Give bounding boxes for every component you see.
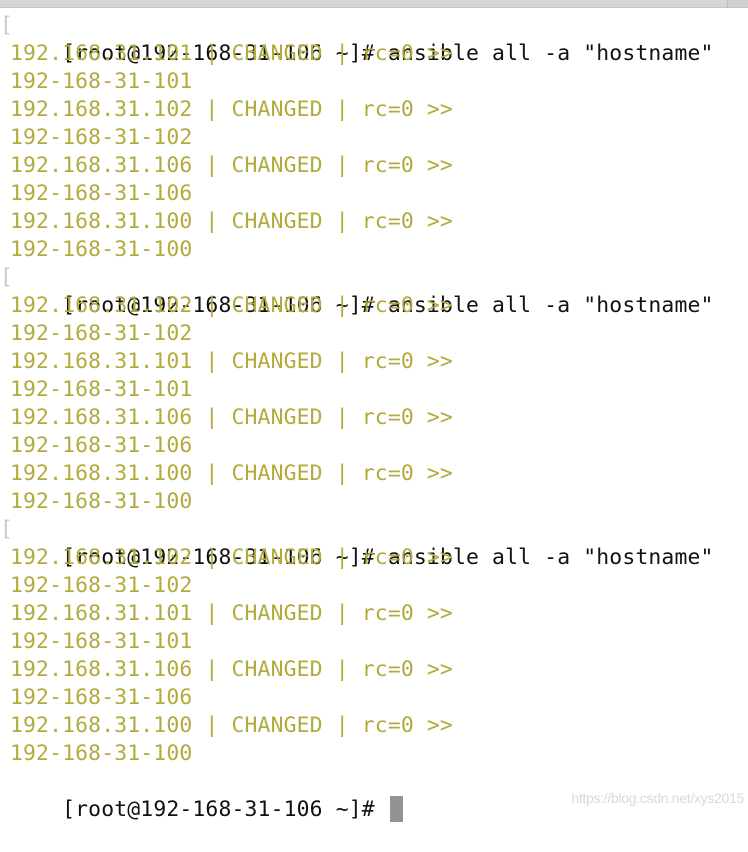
result-output: 192-168-31-106 xyxy=(10,685,193,710)
result-header: 192.168.31.100 | CHANGED | rc=0 >> xyxy=(10,209,453,234)
result-output: 192-168-31-100 xyxy=(10,489,193,514)
result-header: 192.168.31.106 | CHANGED | rc=0 >> xyxy=(10,405,453,430)
scrollbar-corner xyxy=(727,0,748,7)
command-line: [[root@192-168-31-106 ~]# ansible all -a… xyxy=(0,264,748,318)
result-output: 192-168-31-106 xyxy=(10,181,193,206)
result-output: 192-168-31-100 xyxy=(10,741,193,766)
result-output: 192-168-31-102 xyxy=(10,321,193,346)
result-output: 192-168-31-100 xyxy=(10,237,193,262)
result-output: 192-168-31-106 xyxy=(10,433,193,458)
result-header: 192.168.31.102 | CHANGED | rc=0 >> xyxy=(10,545,453,570)
command-mark-icon: [ xyxy=(0,13,14,38)
result-header: 192.168.31.102 | CHANGED | rc=0 >> xyxy=(10,293,453,318)
result-header: 192.168.31.102 | CHANGED | rc=0 >> xyxy=(10,97,453,122)
result-output: 192-168-31-101 xyxy=(10,69,193,94)
result-output: 192-168-31-102 xyxy=(10,125,193,150)
result-header: 192.168.31.101 | CHANGED | rc=0 >> xyxy=(10,41,453,66)
result-output: 192-168-31-101 xyxy=(10,629,193,654)
result-header: 192.168.31.101 | CHANGED | rc=0 >> xyxy=(10,601,453,626)
result-header: 192.168.31.106 | CHANGED | rc=0 >> xyxy=(10,153,453,178)
watermark: https://blog.csdn.net/xys2015 xyxy=(571,790,744,806)
command-line: [[root@192-168-31-106 ~]# ansible all -a… xyxy=(0,12,748,66)
result-header: 192.168.31.106 | CHANGED | rc=0 >> xyxy=(10,657,453,682)
result-output: 192-168-31-102 xyxy=(10,573,193,598)
result-header: 192.168.31.100 | CHANGED | rc=0 >> xyxy=(10,713,453,738)
terminal-output[interactable]: [[root@192-168-31-106 ~]# ansible all -a… xyxy=(0,12,748,822)
command-mark-icon: [ xyxy=(0,517,14,542)
command-mark-icon: [ xyxy=(0,265,14,290)
result-header: 192.168.31.101 | CHANGED | rc=0 >> xyxy=(10,349,453,374)
window-top-bar xyxy=(0,0,748,8)
result-header: 192.168.31.100 | CHANGED | rc=0 >> xyxy=(10,461,453,486)
command-line: [[root@192-168-31-106 ~]# ansible all -a… xyxy=(0,516,748,570)
result-output: 192-168-31-101 xyxy=(10,377,193,402)
text-cursor xyxy=(389,796,403,822)
